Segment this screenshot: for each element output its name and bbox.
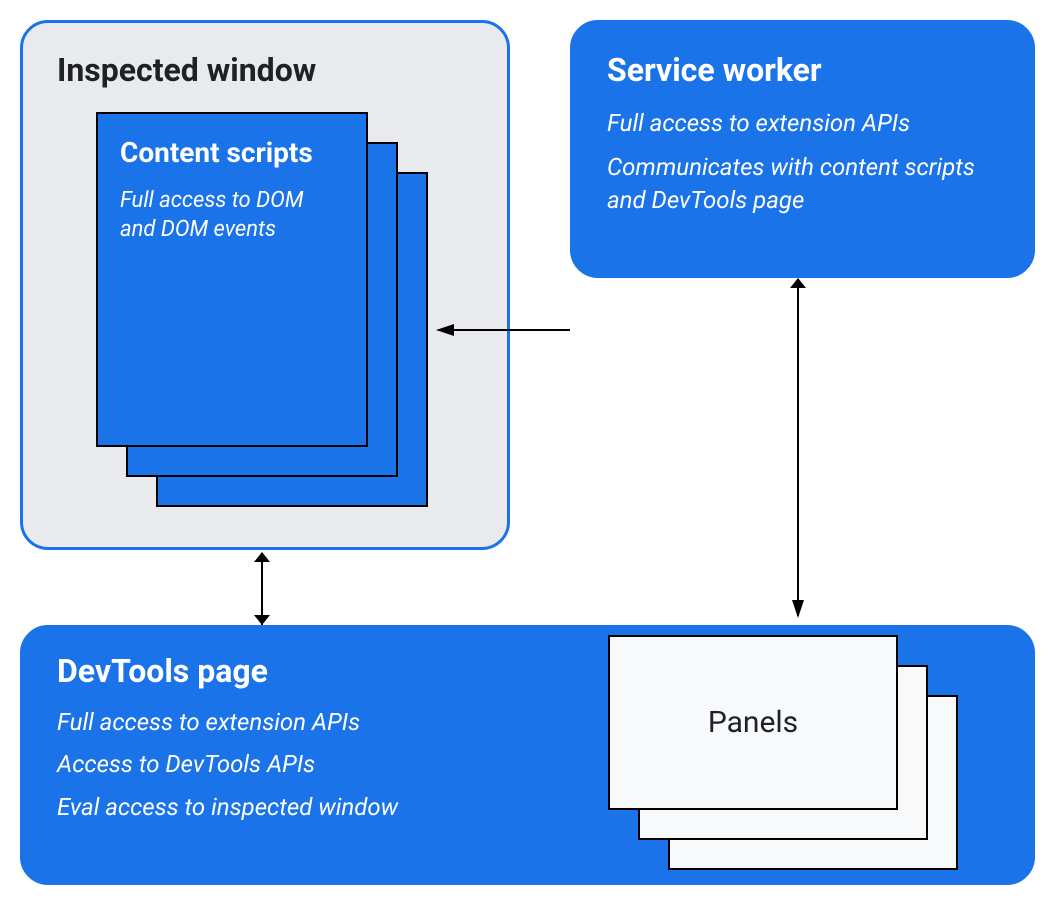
arrow-devtools-to-service-head [790,278,806,288]
arrow-devtools-to-inspected-head [254,552,270,562]
service-worker-line1: Full access to extension APIs [607,107,998,139]
panels-label: Panels [708,705,798,740]
service-worker-title: Service worker [607,51,998,89]
content-script-card-front: Content scripts Full access to DOM and D… [96,112,368,447]
panel-card-front: Panels [608,635,898,810]
service-worker-line2: Communicates with content scripts and De… [607,151,998,216]
content-scripts-title: Content scripts [120,136,344,170]
inspected-window-title: Inspected window [57,51,473,89]
service-worker-box: Service worker Full access to extension … [570,20,1035,278]
arrow-inspected-to-devtools-head [254,615,270,625]
content-scripts-desc: Full access to DOM and DOM events [120,186,344,245]
